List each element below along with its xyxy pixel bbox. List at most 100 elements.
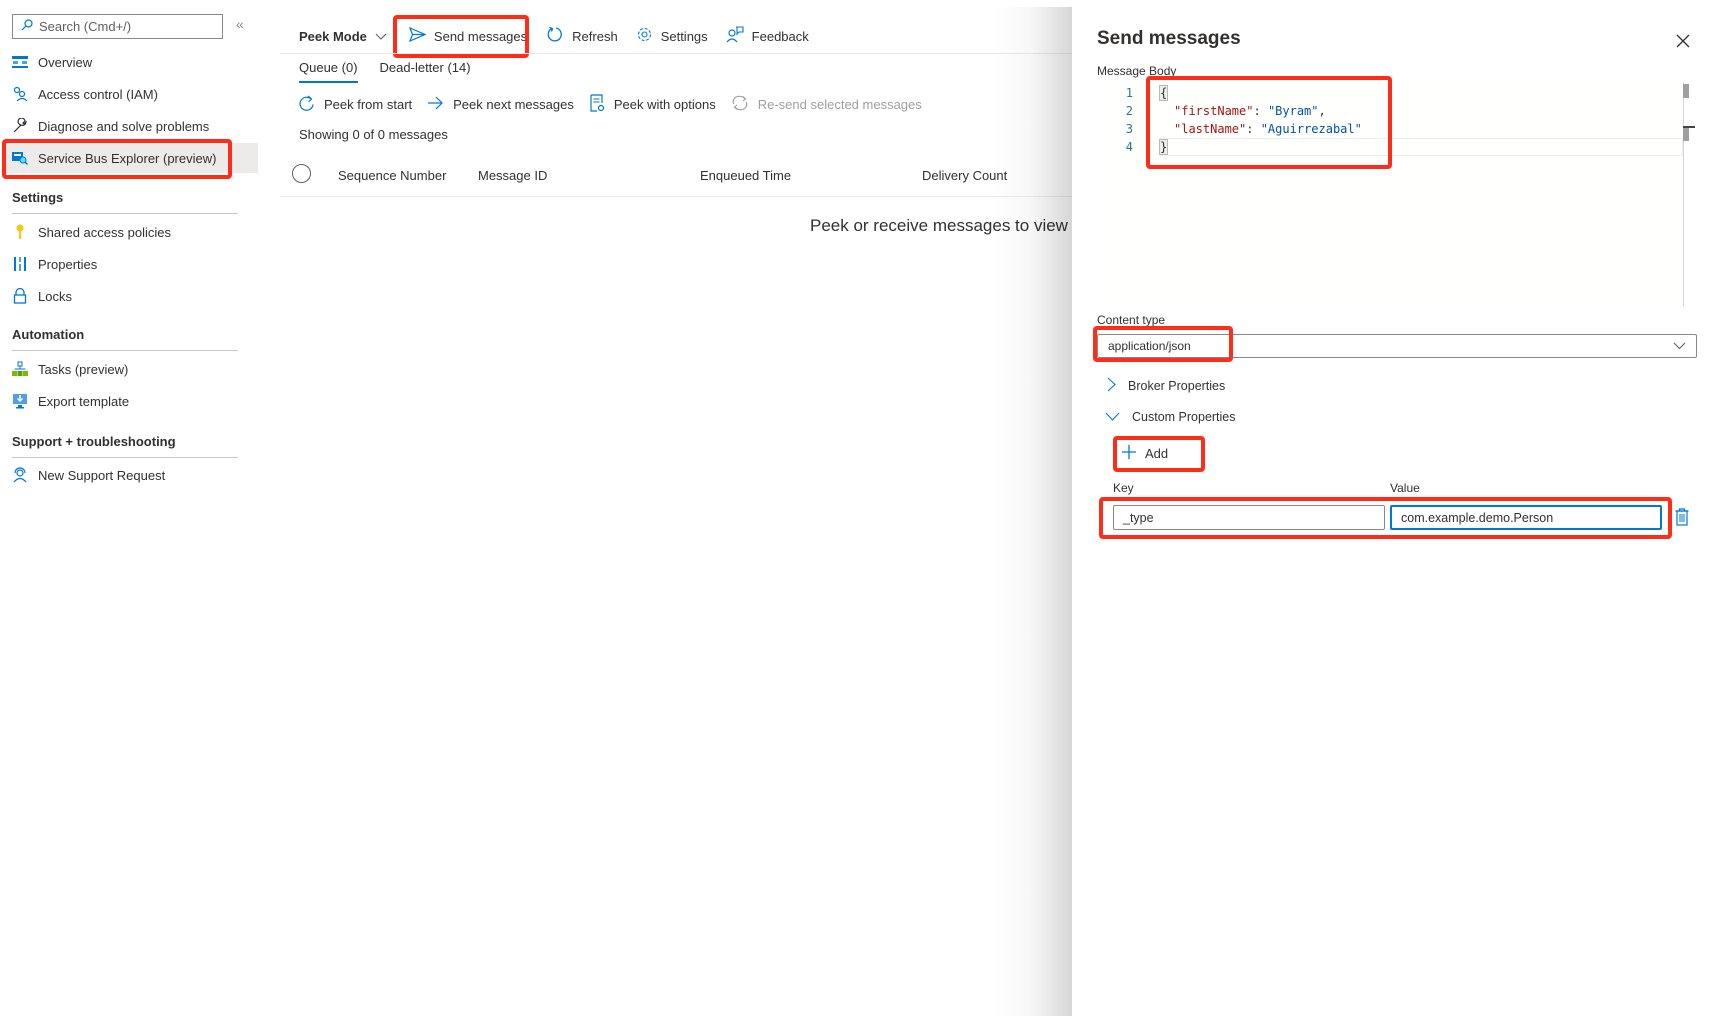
custom-property-key-input[interactable]: _type: [1113, 505, 1385, 530]
column-enqueued-time[interactable]: Enqueued Time: [700, 168, 791, 183]
line-number: 2: [1125, 104, 1133, 118]
panel-title: Send messages: [1097, 28, 1241, 49]
sidebar-search-input[interactable]: Search (Cmd+/): [12, 14, 223, 39]
sidebar-item-label: Properties: [38, 256, 98, 272]
refresh-button[interactable]: Refresh: [547, 26, 618, 46]
peek-with-options-button[interactable]: Peek with options: [589, 94, 716, 115]
json-key: "firstName": [1174, 104, 1254, 118]
content-type-label: Content type: [1097, 313, 1166, 327]
code-line-3: "lastName": "Aguirrezabal": [1174, 122, 1362, 136]
chevron-down-icon: [1105, 410, 1120, 424]
section-divider: [12, 457, 238, 458]
sidebar-item-label: Tasks (preview): [38, 361, 129, 377]
send-icon: [408, 26, 427, 45]
peek-next-messages-button[interactable]: Peek next messages: [427, 96, 574, 113]
code-line-2: "firstName": "Byram",: [1174, 104, 1326, 118]
section-divider: [12, 350, 238, 351]
json-colon: :: [1253, 104, 1268, 118]
json-key: "lastName": [1174, 122, 1247, 136]
scrollbar-position-marker: [1683, 126, 1695, 128]
command-bar: Peek Mode Send messages Refresh Settings…: [299, 24, 827, 48]
overview-icon: [12, 54, 28, 70]
sidebar-item-label: Overview: [38, 54, 93, 70]
custom-property-value-input[interactable]: com.example.demo.Person: [1390, 505, 1662, 530]
message-count-status: Showing 0 of 0 messages: [299, 127, 448, 142]
sidebar-item-export-template[interactable]: Export template: [12, 386, 258, 416]
custom-properties-label: Custom Properties: [1132, 410, 1236, 424]
search-icon: [21, 19, 33, 34]
content-type-dropdown[interactable]: application/json: [1097, 334, 1697, 358]
send-messages-label: Send messages: [433, 28, 528, 44]
code-brace-open: {: [1158, 85, 1169, 101]
sidebar-item-properties[interactable]: Properties: [12, 249, 258, 279]
trash-icon: [1675, 508, 1689, 529]
sidebar-item-locks[interactable]: Locks: [12, 281, 258, 311]
current-line-highlight: [1160, 138, 1683, 156]
feedback-label: Feedback: [751, 28, 809, 44]
editor-scrollbar[interactable]: [1683, 82, 1684, 306]
sidebar-item-label: New Support Request: [38, 467, 166, 483]
refresh-label: Refresh: [572, 28, 618, 44]
panel-shadow: [990, 7, 1072, 1016]
sidebar-item-label: Locks: [38, 288, 72, 304]
custom-properties-toggle[interactable]: Custom Properties: [1105, 410, 1236, 424]
lock-icon: [12, 288, 28, 304]
tab-queue[interactable]: Queue (0): [299, 60, 358, 83]
json-value: "Aguirrezabal": [1260, 122, 1362, 136]
sidebar-item-new-support-request[interactable]: New Support Request: [12, 460, 258, 490]
delete-property-button[interactable]: [1675, 508, 1689, 529]
support-icon: [12, 467, 28, 483]
search-placeholder: Search (Cmd+/): [39, 19, 132, 34]
close-icon: [1674, 34, 1692, 53]
restart-icon: [299, 95, 315, 115]
scrollbar-marker: [1683, 127, 1689, 141]
tab-dead-letter[interactable]: Dead-letter (14): [380, 60, 471, 83]
send-messages-button[interactable]: Send messages: [408, 26, 528, 45]
peek-with-options-label: Peek with options: [613, 97, 716, 112]
settings-button[interactable]: Settings: [636, 26, 708, 46]
close-panel-button[interactable]: [1674, 32, 1692, 50]
resend-selected-button[interactable]: Re-send selected messages: [731, 95, 922, 114]
collapse-sidebar-button[interactable]: «: [236, 16, 244, 32]
json-colon: :: [1246, 122, 1261, 136]
peek-mode-dropdown[interactable]: Peek Mode: [299, 29, 387, 44]
value-label: Value: [1390, 481, 1420, 495]
feedback-icon: [726, 26, 744, 46]
messages-table-header: Sequence Number Message ID Enqueued Time…: [280, 164, 1080, 188]
message-body-label: Message Body: [1097, 64, 1177, 78]
sidebar-item-access-control[interactable]: Access control (IAM): [12, 79, 258, 109]
chevron-right-icon: [1107, 377, 1116, 395]
chevron-down-icon: [1673, 339, 1686, 353]
sidebar-item-shared-access[interactable]: Shared access policies: [12, 217, 258, 247]
people-icon: [12, 86, 28, 102]
refresh-icon: [547, 26, 564, 46]
resend-label: Re-send selected messages: [757, 97, 922, 112]
column-sequence-number[interactable]: Sequence Number: [338, 168, 446, 183]
feedback-button[interactable]: Feedback: [726, 26, 809, 46]
peek-from-start-label: Peek from start: [324, 97, 413, 112]
value-input-value: com.example.demo.Person: [1401, 510, 1554, 525]
chevron-down-icon: [375, 29, 387, 44]
line-number: 1: [1125, 86, 1133, 100]
json-value: "Byram": [1267, 104, 1319, 118]
add-property-button[interactable]: Add: [1121, 444, 1168, 463]
column-message-id[interactable]: Message ID: [478, 168, 547, 183]
sidebar-item-diagnose[interactable]: Diagnose and solve problems: [12, 111, 258, 141]
section-divider: [12, 213, 238, 214]
sidebar-item-service-bus-explorer[interactable]: Service Bus Explorer (preview): [6, 143, 258, 173]
scrollbar-thumb[interactable]: [1683, 84, 1689, 98]
select-all-radio[interactable]: [292, 164, 311, 183]
export-icon: [12, 393, 28, 409]
sidebar-item-overview[interactable]: Overview: [12, 47, 258, 77]
sidebar-item-tasks[interactable]: Tasks (preview): [12, 354, 258, 384]
sidebar-item-label: Access control (IAM): [38, 86, 158, 102]
resend-icon: [731, 95, 749, 114]
settings-label: Settings: [660, 28, 708, 44]
broker-properties-toggle[interactable]: Broker Properties: [1107, 377, 1225, 395]
key-label: Key: [1113, 481, 1134, 495]
arrow-right-icon: [427, 96, 444, 113]
key-icon: [12, 224, 28, 240]
properties-icon: [12, 256, 28, 272]
tasks-icon: [12, 361, 28, 377]
peek-from-start-button[interactable]: Peek from start: [299, 95, 412, 115]
